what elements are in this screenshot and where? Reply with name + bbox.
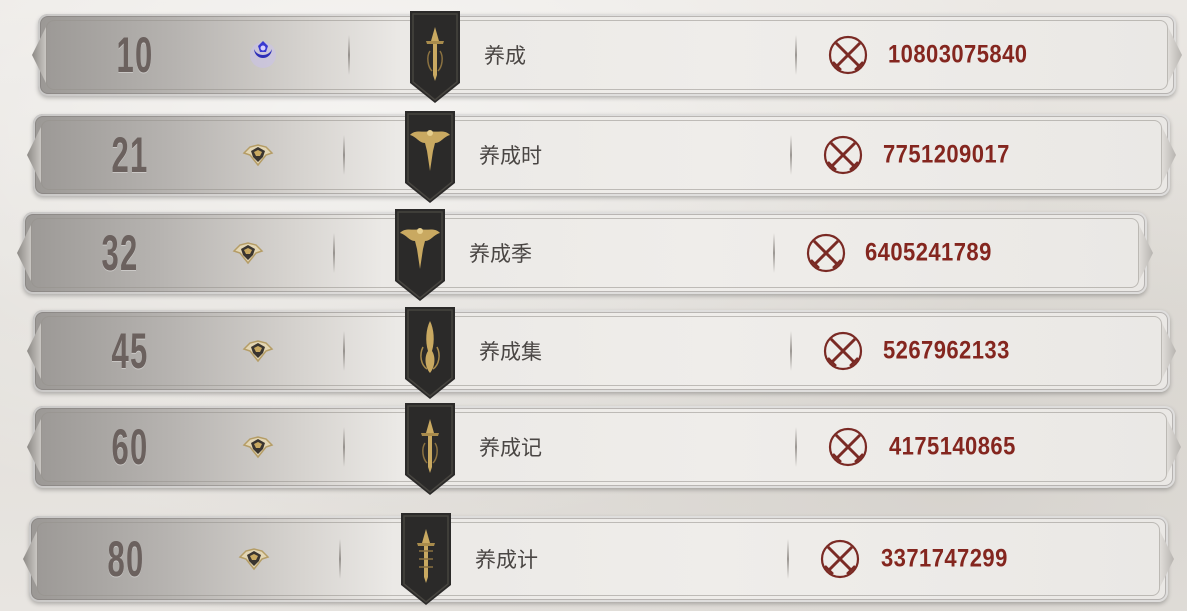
column-divider — [795, 35, 797, 75]
ranking-row[interactable]: 60 养成记 4175140865 — [27, 403, 1175, 495]
helm-emblem-icon — [232, 242, 264, 265]
column-divider — [343, 427, 345, 467]
power-value: 3371747299 — [881, 544, 1008, 573]
column-divider — [343, 135, 345, 175]
column-divider — [790, 331, 792, 371]
crossed-swords-icon — [828, 427, 868, 467]
guild-name: 养成计 — [475, 548, 538, 572]
guild-banner-icon — [405, 403, 455, 495]
ranking-row[interactable]: 45 养成集 5267962133 — [27, 307, 1170, 399]
rank-number: 21 — [111, 127, 149, 183]
column-divider — [333, 233, 335, 273]
power-value: 10803075840 — [888, 40, 1028, 69]
rank-number: 60 — [111, 419, 149, 475]
rank-number: 10 — [116, 27, 154, 83]
column-divider — [343, 331, 345, 371]
column-divider — [790, 135, 792, 175]
guild-name: 养成季 — [469, 242, 532, 266]
power-value: 4175140865 — [889, 432, 1016, 461]
guild-banner-icon — [410, 11, 460, 103]
crossed-swords-icon — [828, 35, 868, 75]
power-value: 6405241789 — [865, 238, 992, 267]
rank-number: 45 — [111, 323, 149, 379]
guild-banner-icon — [401, 513, 451, 605]
crossed-swords-icon — [820, 539, 860, 579]
power-value: 7751209017 — [883, 140, 1010, 169]
ranking-row[interactable]: 80 养成计 3371747299 — [23, 513, 1168, 605]
rank-number: 80 — [107, 531, 145, 587]
ranking-row[interactable]: 10 养成 10803075840 — [32, 11, 1176, 103]
ranking-row[interactable]: 32 养成季 6405241789 — [17, 209, 1147, 301]
column-divider — [339, 539, 341, 579]
guild-banner-icon — [405, 307, 455, 399]
crossed-swords-icon — [823, 135, 863, 175]
column-divider — [795, 427, 797, 467]
guild-name: 养成记 — [479, 436, 542, 460]
column-divider — [773, 233, 775, 273]
helm-emblem-icon — [242, 436, 274, 459]
guild-ranking-list: 10 养成 10803075840 21 养成时 7751209017 32 养… — [0, 0, 1187, 611]
guild-banner-icon — [405, 111, 455, 203]
crossed-swords-icon — [823, 331, 863, 371]
helm-emblem-icon — [242, 340, 274, 363]
rank-number: 32 — [101, 225, 139, 281]
guild-banner-icon — [395, 209, 445, 301]
crossed-swords-icon — [806, 233, 846, 273]
ranking-row[interactable]: 21 养成时 7751209017 — [27, 111, 1170, 203]
guild-name: 养成 — [484, 44, 526, 68]
column-divider — [787, 539, 789, 579]
column-divider — [348, 35, 350, 75]
helm-emblem-icon — [242, 144, 274, 167]
crescent-emblem-icon — [250, 41, 276, 68]
power-value: 5267962133 — [883, 336, 1010, 365]
helm-emblem-icon — [238, 548, 270, 571]
guild-name: 养成集 — [479, 340, 542, 364]
guild-name: 养成时 — [479, 144, 542, 168]
